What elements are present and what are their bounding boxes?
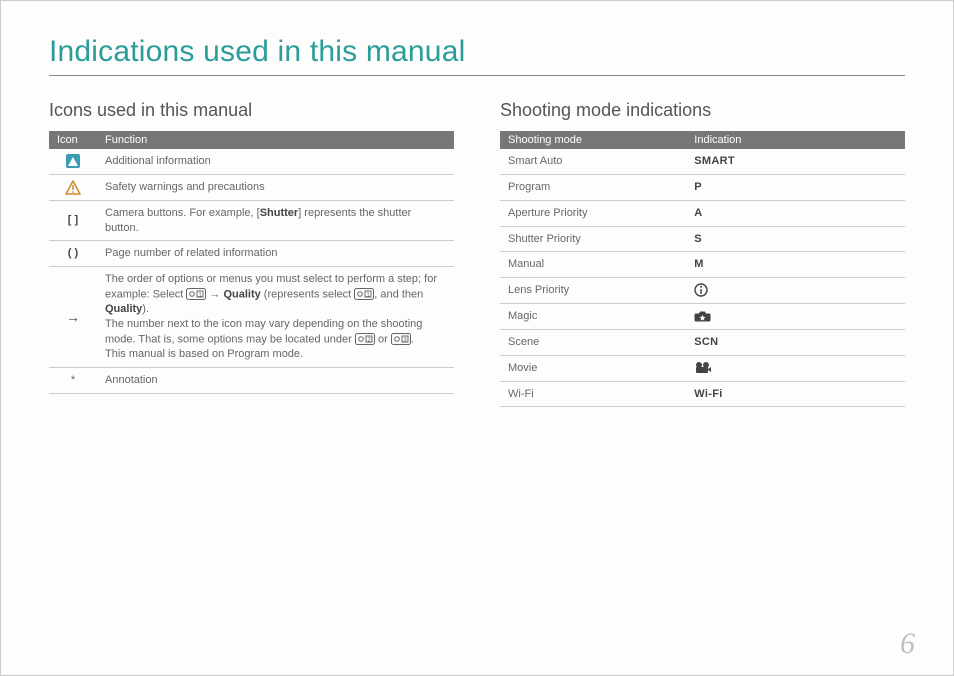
quality-label: Quality [223, 288, 260, 300]
text: , and then [374, 288, 423, 300]
indication-text: A [694, 207, 702, 219]
svg-text:2: 2 [367, 338, 371, 344]
text: (represents select [261, 288, 355, 300]
indication-cell [686, 355, 905, 381]
func-cell: Camera buttons. For example, [Shutter] r… [97, 200, 454, 241]
svg-text:1: 1 [367, 293, 371, 299]
indication-cell: SMART [686, 149, 905, 174]
mode-cell: Movie [500, 355, 686, 381]
brackets-icon: [ ] [49, 200, 97, 241]
table-row: [ ] Camera buttons. For example, [Shutte… [49, 200, 454, 241]
page-number: 6 [900, 627, 915, 661]
th-function: Function [97, 131, 454, 149]
th-indication: Indication [686, 131, 905, 149]
modes-heading: Shooting mode indications [500, 100, 905, 121]
modes-table: Shooting mode Indication Smart Auto SMART… [500, 131, 905, 407]
table-row: Aperture Priority A [500, 200, 905, 226]
camera-menu-2-icon: 2 [355, 332, 375, 347]
text: or [375, 333, 391, 345]
func-cell: Page number of related information [97, 241, 454, 267]
table-row: ( ) Page number of related information [49, 241, 454, 267]
table-row: Additional information [49, 149, 454, 174]
right-column: Shooting mode indications Shooting mode … [500, 100, 905, 407]
table-row: → The order of options or menus you must… [49, 267, 454, 368]
table-row: Magic [500, 304, 905, 330]
mode-cell: Magic [500, 304, 686, 330]
mode-cell: Program [500, 174, 686, 200]
mode-cell: Aperture Priority [500, 200, 686, 226]
arrow-icon: → [49, 267, 97, 368]
table-row: Smart Auto SMART [500, 149, 905, 174]
indication-text: Wi-Fi [694, 388, 722, 400]
asterisk-icon: * [49, 367, 97, 393]
svg-text:1: 1 [199, 293, 203, 299]
indication-cell: A [686, 200, 905, 226]
info-icon [65, 155, 81, 167]
indication-text: P [694, 181, 702, 193]
text: This manual is based on Program mode. [105, 348, 303, 360]
table-row: * Annotation [49, 367, 454, 393]
page-title: Indications used in this manual [49, 35, 905, 69]
table-row: Lens Priority [500, 278, 905, 304]
icons-heading: Icons used in this manual [49, 100, 454, 121]
indication-text: SMART [694, 155, 735, 167]
text: ). [142, 303, 149, 315]
camera-menu-icon: 1 [354, 287, 374, 302]
arrow-text: → [206, 288, 223, 300]
indication-cell [686, 304, 905, 330]
mode-cell: Wi-Fi [500, 381, 686, 407]
camera-menu-3-icon: 3 [391, 332, 411, 347]
mode-cell: Manual [500, 252, 686, 278]
title-rule [49, 75, 905, 76]
mode-cell: Smart Auto [500, 149, 686, 174]
table-row: Manual M [500, 252, 905, 278]
mode-cell: Shutter Priority [500, 226, 686, 252]
indication-text: M [694, 258, 703, 270]
mode-cell: Scene [500, 329, 686, 355]
table-row: Movie [500, 355, 905, 381]
quality-label: Quality [105, 303, 142, 315]
func-cell: Annotation [97, 367, 454, 393]
th-mode: Shooting mode [500, 131, 686, 149]
table-row: Safety warnings and precautions [49, 174, 454, 200]
indication-cell: Wi-Fi [686, 381, 905, 407]
movie-icon [694, 362, 712, 374]
indication-text: S [694, 233, 702, 245]
icons-table: Icon Function Additional information [49, 131, 454, 394]
table-row: Wi-Fi Wi-Fi [500, 381, 905, 407]
indication-cell: S [686, 226, 905, 252]
table-row: Scene SCN [500, 329, 905, 355]
func-cell: The order of options or menus you must s… [97, 267, 454, 368]
indication-cell: P [686, 174, 905, 200]
warning-icon [65, 181, 81, 193]
mode-cell: Lens Priority [500, 278, 686, 304]
magic-icon [694, 310, 711, 322]
func-cell: Additional information [97, 149, 454, 174]
indication-text: SCN [694, 336, 718, 348]
text: . [411, 333, 414, 345]
lens-priority-icon [694, 284, 708, 296]
th-icon: Icon [49, 131, 97, 149]
text: Camera buttons. For example, [ [105, 207, 260, 219]
svg-text:3: 3 [403, 338, 407, 344]
left-column: Icons used in this manual Icon Function [49, 100, 454, 407]
table-row: Shutter Priority S [500, 226, 905, 252]
shutter-label: Shutter [260, 207, 299, 219]
camera-menu-icon: 1 [186, 287, 206, 302]
parens-icon: ( ) [49, 241, 97, 267]
indication-cell [686, 278, 905, 304]
indication-cell: SCN [686, 329, 905, 355]
table-row: Program P [500, 174, 905, 200]
func-cell: Safety warnings and precautions [97, 174, 454, 200]
indication-cell: M [686, 252, 905, 278]
